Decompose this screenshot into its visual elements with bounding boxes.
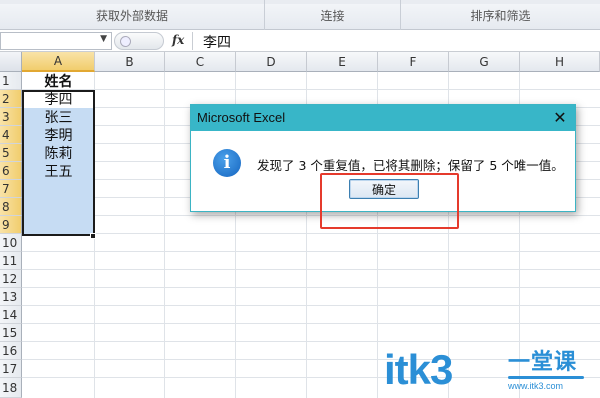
column-header-g[interactable]: G [449,52,520,72]
ribbon-group-connections[interactable]: 连接 [265,0,401,30]
row-header[interactable]: 13 [0,288,22,306]
ribbon-group-label: 排序和筛选 [470,8,531,23]
gridline [22,305,600,306]
cell-a1[interactable]: 姓名 [22,72,95,90]
column-header-f[interactable]: F [378,52,449,72]
close-icon[interactable]: ✕ [551,105,569,131]
formula-bar: ▼ fx 李四 [0,30,600,52]
column-header-d[interactable]: D [236,52,307,72]
watermark-subtext: 一堂课 [508,349,578,374]
annotation-highlight-box [320,173,459,229]
cell-a3[interactable]: 张三 [22,108,95,126]
gridline [22,287,600,288]
dialog-title: Microsoft Excel [197,110,286,125]
row-header[interactable]: 7 [0,180,22,198]
gridline [22,251,600,252]
chevron-down-icon[interactable]: ▼ [100,34,107,44]
gridline [22,323,600,324]
gridline [22,233,600,234]
row-header[interactable]: 4 [0,126,22,144]
watermark-text: itk3 [384,346,453,393]
row-header[interactable]: 3 [0,108,22,126]
row-header[interactable]: 5 [0,144,22,162]
gridline [22,215,600,216]
watermark-underline [508,376,584,379]
dialog-title-bar[interactable]: Microsoft Excel [191,105,575,131]
gridline [164,72,165,398]
name-box[interactable]: ▼ [0,32,112,50]
row-header[interactable]: 17 [0,360,22,378]
watermark-logo: itk3 一堂课 www.itk3.com [384,345,600,398]
ribbon-group-label: 获取外部数据 [95,8,168,23]
row-header[interactable]: 10 [0,234,22,252]
row-header[interactable]: 12 [0,270,22,288]
column-header-h[interactable]: H [520,52,600,72]
gridline [22,89,600,90]
row-header[interactable]: 16 [0,342,22,360]
row-header[interactable]: 9 [0,216,22,234]
gridline [22,269,600,270]
circle-icon [120,36,131,47]
dialog-message: 发现了 3 个重复值，已将其删除；保留了 5 个唯一值。 [257,158,564,173]
select-all-corner[interactable] [0,52,22,72]
row-header[interactable]: 15 [0,324,22,342]
fill-handle[interactable] [90,233,96,239]
ribbon-group-label: 连接 [320,8,345,23]
ribbon-group-get-external-data[interactable]: 获取外部数据 [0,0,265,30]
formula-buttons[interactable] [114,32,164,50]
fx-icon[interactable]: fx [172,33,184,47]
row-header[interactable]: 2 [0,90,22,108]
column-header-c[interactable]: C [165,52,236,72]
gridline [22,341,600,342]
cell-a2[interactable]: 李四 [22,90,95,108]
row-header[interactable]: 8 [0,198,22,216]
ribbon: 获取外部数据 连接 排序和筛选 [0,0,600,30]
formula-input[interactable]: 李四 [203,32,231,52]
row-header[interactable]: 11 [0,252,22,270]
column-header-e[interactable]: E [307,52,378,72]
cell-a5[interactable]: 陈莉 [22,144,95,162]
row-header[interactable]: 14 [0,306,22,324]
cell-a4[interactable]: 李明 [22,126,95,144]
column-header-b[interactable]: B [95,52,165,72]
cell-a6[interactable]: 王五 [22,162,95,180]
row-header[interactable]: 18 [0,378,22,398]
watermark-url: www.itk3.com [508,381,564,391]
ribbon-group-sort-filter[interactable]: 排序和筛选 [401,0,600,30]
row-header[interactable]: 1 [0,72,22,90]
formula-divider [192,32,193,50]
info-icon: i [213,149,241,177]
column-header-a[interactable]: A [22,52,95,72]
row-header[interactable]: 6 [0,162,22,180]
